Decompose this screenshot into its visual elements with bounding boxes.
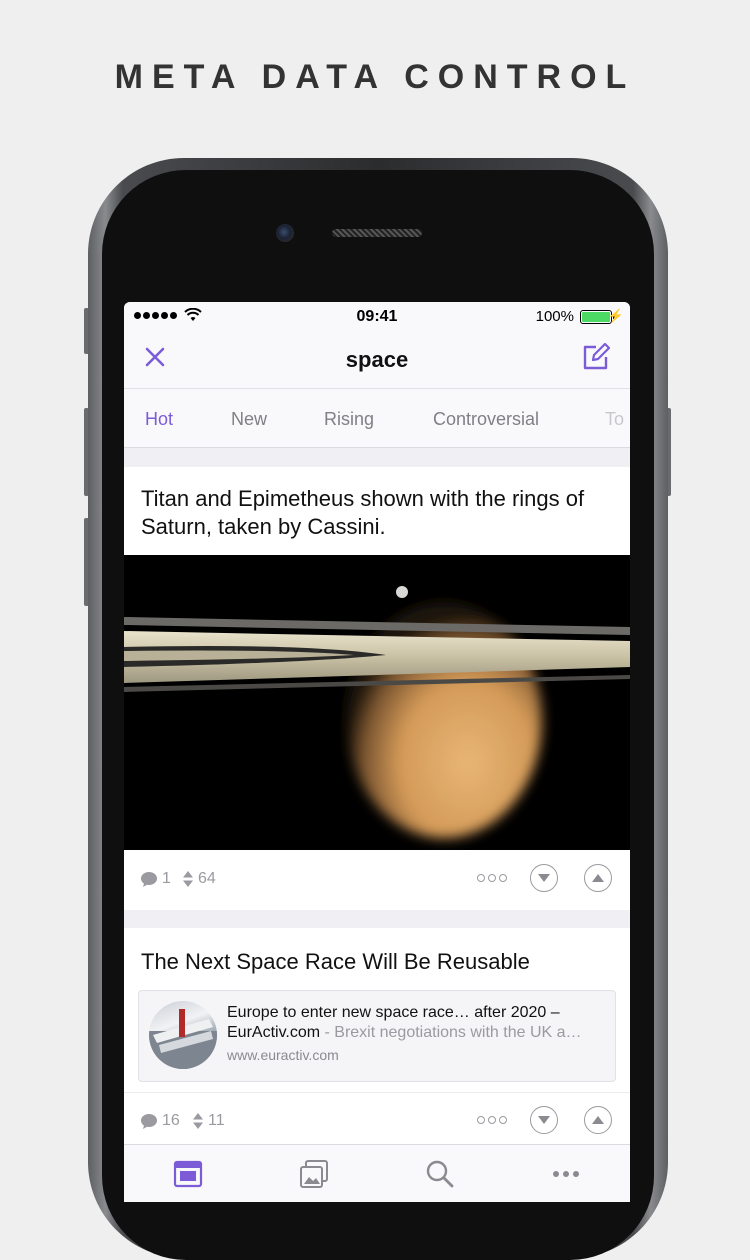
score: 64 — [182, 870, 216, 888]
score-value: 11 — [208, 1112, 225, 1129]
more-icon[interactable] — [551, 1159, 581, 1189]
more-options-icon[interactable] — [477, 874, 507, 882]
downvote-button[interactable] — [530, 864, 558, 892]
link-description: - Brexit negotiations with the UK a… — [320, 1024, 582, 1041]
comment-count-value: 1 — [162, 870, 171, 887]
compose-icon[interactable] — [580, 341, 612, 373]
downvote-button[interactable] — [530, 1106, 558, 1134]
post-card[interactable]: Titan and Epimetheus shown with the ring… — [124, 467, 630, 910]
upvote-icon — [592, 1116, 604, 1124]
upvote-icon — [592, 874, 604, 882]
score: 11 — [192, 1112, 225, 1130]
link-domain: www.euractiv.com — [227, 1047, 339, 1063]
charging-icon: ⚡ — [607, 308, 624, 323]
comment-count[interactable]: 1 — [140, 870, 171, 888]
score-value: 64 — [198, 870, 216, 887]
saturn-titan-photo — [124, 555, 630, 850]
comment-count-value: 16 — [162, 1112, 180, 1129]
front-camera — [276, 224, 294, 242]
tab-hot[interactable]: Hot — [145, 409, 173, 430]
status-bar: 09:41 100% ⚡ — [124, 302, 630, 330]
post-meta-row: 1 64 — [124, 850, 630, 908]
downvote-icon — [538, 1116, 550, 1124]
tab-new[interactable]: New — [231, 409, 267, 430]
link-preview[interactable]: Europe to enter new space race… after 20… — [138, 990, 616, 1082]
link-thumbnail — [149, 1001, 217, 1069]
comment-icon — [141, 1113, 157, 1129]
gallery-icon[interactable] — [299, 1159, 329, 1189]
more-options-icon[interactable] — [477, 1116, 507, 1124]
link-title: Europe to enter new space race… after 20… — [227, 1004, 560, 1021]
score-arrows-icon — [193, 1113, 203, 1129]
earpiece-speaker — [332, 229, 422, 237]
feed-icon[interactable] — [173, 1159, 203, 1189]
post-meta-row: 16 11 — [124, 1092, 630, 1150]
phone-screen: 09:41 100% ⚡ space Hot New Rising Contro… — [124, 302, 630, 1202]
sort-tabs: Hot New Rising Controversial To — [124, 389, 630, 448]
subreddit-title: space — [345, 347, 409, 372]
page-headline: META DATA CONTROL — [114, 58, 636, 96]
battery-percent: 100% — [535, 308, 574, 325]
comment-icon — [141, 871, 157, 887]
downvote-icon — [538, 874, 550, 882]
link-headline: Europe to enter new space race… after 20… — [227, 1003, 607, 1043]
upvote-button[interactable] — [584, 864, 612, 892]
post-card[interactable]: The Next Space Race Will Be Reusable Eur… — [124, 928, 630, 1144]
score-arrows-icon — [183, 871, 193, 887]
post-title[interactable]: Titan and Epimetheus shown with the ring… — [141, 485, 619, 541]
search-icon[interactable] — [425, 1159, 455, 1189]
post-title[interactable]: The Next Space Race Will Be Reusable — [141, 948, 619, 976]
tab-top[interactable]: To — [605, 409, 624, 430]
upvote-button[interactable] — [584, 1106, 612, 1134]
bottom-tab-bar — [124, 1144, 630, 1202]
tab-rising[interactable]: Rising — [324, 409, 374, 430]
link-source: EurActiv.com — [227, 1024, 321, 1041]
navigation-bar: space — [124, 330, 630, 389]
tab-controversial[interactable]: Controversial — [433, 409, 539, 430]
comment-count[interactable]: 16 — [140, 1112, 180, 1130]
post-image[interactable] — [124, 555, 630, 850]
